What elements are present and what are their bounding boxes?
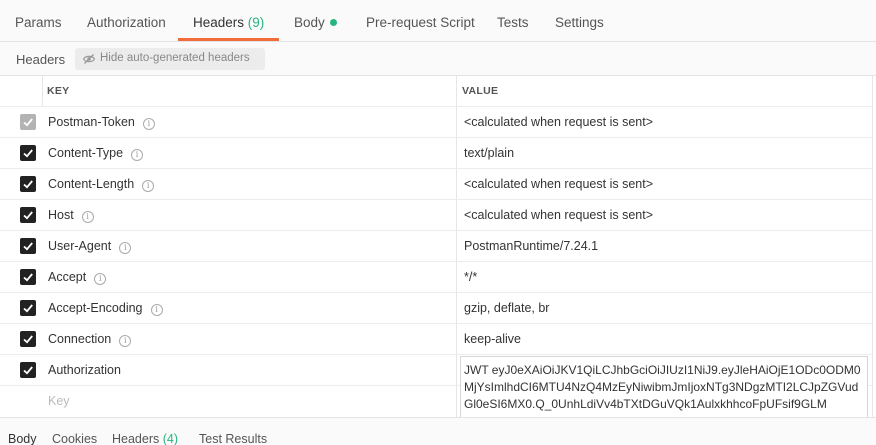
row-checkbox[interactable] [20, 300, 36, 316]
eye-slash-icon [82, 52, 96, 66]
header-row: Content-Length i <calculated when request… [0, 168, 872, 199]
header-key-text: Accept [48, 270, 87, 284]
header-row: Host i <calculated when request is sent> [0, 199, 872, 230]
header-key-text: User-Agent [48, 239, 112, 253]
header-value[interactable]: <calculated when request is sent> [464, 208, 653, 222]
tab-body-label: Body [294, 15, 325, 30]
tab-tests[interactable]: Tests [497, 15, 529, 30]
tab-params[interactable]: Params [15, 15, 62, 30]
row-checkbox[interactable] [20, 176, 36, 192]
info-icon[interactable]: i [81, 211, 94, 223]
request-tabs: Params Authorization Headers (9) Body Pr… [0, 0, 876, 42]
tab-headers[interactable]: Headers (9) [193, 15, 264, 30]
header-value[interactable]: */* [464, 270, 477, 284]
header-value[interactable]: <calculated when request is sent> [464, 177, 653, 191]
header-row: Connection i keep-alive [0, 323, 872, 354]
response-tab-headers-count: (4) [162, 432, 179, 445]
row-checkbox[interactable] [20, 362, 36, 378]
header-key[interactable]: Authorization [48, 363, 121, 377]
info-icon[interactable]: i [142, 180, 155, 192]
header-row: Content-Type i text/plain [0, 137, 872, 168]
body-indicator-dot [329, 19, 337, 26]
tab-body[interactable]: Body [294, 15, 337, 30]
response-tab-body[interactable]: Body [8, 432, 37, 445]
header-row: Accept i */* [0, 261, 872, 292]
headers-section-title: Headers [16, 52, 66, 67]
header-value[interactable]: keep-alive [464, 332, 521, 346]
info-icon[interactable]: i [119, 242, 132, 254]
new-key-input[interactable]: Key [48, 394, 70, 408]
header-key[interactable]: Connection i [48, 332, 132, 347]
response-tabs: Body Cookies Headers (4) Test Results [0, 417, 876, 445]
row-checkbox[interactable] [20, 145, 36, 161]
response-tab-headers[interactable]: Headers (4) [112, 432, 178, 445]
key-column-header: KEY [47, 85, 70, 97]
tab-headers-count: (9) [247, 15, 265, 30]
tab-prerequest-script[interactable]: Pre-request Script [366, 15, 475, 30]
header-key[interactable]: Postman-Token i [48, 115, 155, 130]
header-key-text: Postman-Token [48, 115, 135, 129]
tab-authorization[interactable]: Authorization [87, 15, 166, 30]
header-value[interactable]: text/plain [464, 146, 514, 160]
header-row: Accept-Encoding i gzip, deflate, br [0, 292, 872, 323]
row-checkbox[interactable] [20, 207, 36, 223]
header-key-text: Content-Length [48, 177, 135, 191]
header-value[interactable]: PostmanRuntime/7.24.1 [464, 239, 598, 253]
header-key[interactable]: Content-Type i [48, 146, 144, 161]
value-column-header: VALUE [462, 85, 499, 97]
info-icon[interactable]: i [94, 273, 107, 285]
header-key-text: Host [48, 208, 74, 222]
hide-auto-generated-headers-button[interactable]: Hide auto-generated headers [75, 48, 265, 70]
row-checkbox[interactable] [20, 114, 36, 130]
hide-button-label: Hide auto-generated headers [100, 52, 250, 64]
info-icon[interactable]: i [142, 118, 155, 130]
row-checkbox[interactable] [20, 238, 36, 254]
checkbox-column-divider [42, 76, 43, 106]
header-key-text: Content-Type [48, 146, 124, 160]
header-row: User-Agent i PostmanRuntime/7.24.1 [0, 230, 872, 261]
header-value[interactable]: <calculated when request is sent> [464, 115, 653, 129]
header-key[interactable]: Accept i [48, 270, 107, 285]
row-checkbox[interactable] [20, 269, 36, 285]
header-key[interactable]: Content-Length i [48, 177, 155, 192]
column-divider-right [872, 76, 873, 418]
response-tab-headers-label: Headers [112, 432, 160, 445]
active-tab-underline [178, 38, 279, 41]
row-checkbox[interactable] [20, 331, 36, 347]
response-tab-cookies[interactable]: Cookies [52, 432, 97, 445]
header-row: Postman-Token i <calculated when request … [0, 106, 872, 137]
header-key-text: Accept-Encoding [48, 301, 143, 315]
info-icon[interactable]: i [119, 335, 132, 347]
header-key[interactable]: Host i [48, 208, 94, 223]
tab-settings[interactable]: Settings [555, 15, 604, 30]
tab-headers-label: Headers [193, 15, 245, 30]
header-value[interactable]: gzip, deflate, br [464, 301, 549, 315]
header-key[interactable]: Accept-Encoding i [48, 301, 163, 316]
info-icon[interactable]: i [131, 149, 144, 161]
header-key[interactable]: User-Agent i [48, 239, 132, 254]
info-icon[interactable]: i [150, 304, 163, 316]
response-tab-test-results[interactable]: Test Results [199, 432, 267, 445]
header-key-text: Connection [48, 332, 112, 346]
